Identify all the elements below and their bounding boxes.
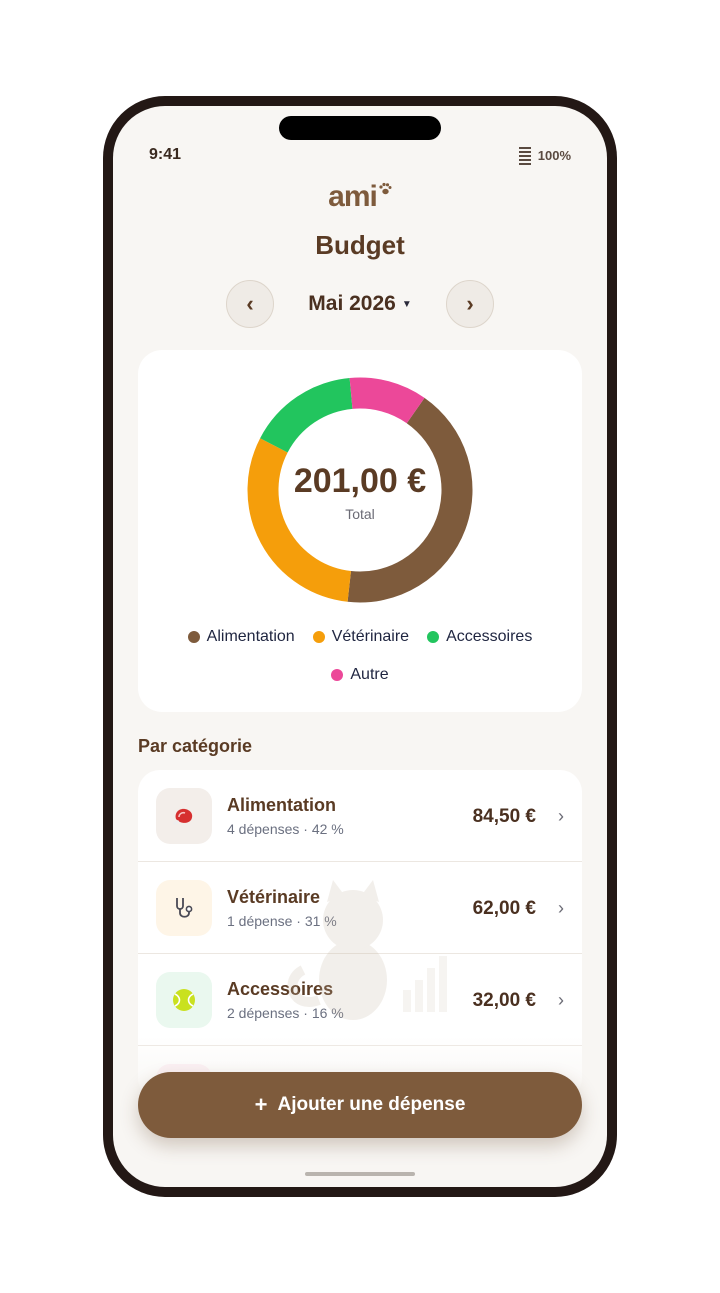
legend-item-accessoires: Accessoires — [427, 628, 532, 646]
month-label: Mai 2026 — [308, 292, 396, 315]
legend-dot — [331, 669, 344, 681]
category-row-alimentation[interactable]: Alimentation 4 dépenses · 42 % 84,50 € › — [138, 770, 582, 862]
month-navigator: ‹ Mai 2026 ▼ › — [113, 280, 607, 328]
category-amount: 62,00 € — [472, 898, 536, 919]
category-details: 4 dépenses · 42 % — [227, 821, 344, 837]
donut-slice-accessoires — [260, 377, 354, 453]
status-time: 9:41 — [149, 146, 182, 163]
legend-row: Alimentation Vétérinaire Accessoires — [138, 628, 582, 646]
app-logo: ami — [113, 180, 607, 214]
legend-label: Alimentation — [206, 628, 295, 645]
page-title: Budget — [315, 230, 405, 260]
cat-mascot-watermark — [287, 880, 447, 1020]
legend-dot — [187, 631, 200, 643]
category-icon-box — [156, 972, 212, 1028]
category-icon-box — [156, 880, 212, 936]
battery-level: 100% — [537, 148, 571, 163]
plus-icon: + — [254, 1092, 268, 1117]
previous-month-button[interactable]: ‹ — [226, 280, 274, 328]
chevron-right-icon: › — [558, 806, 564, 826]
legend-dot — [427, 631, 440, 643]
month-selector[interactable]: Mai 2026 ▼ — [293, 292, 427, 316]
add-expense-button[interactable]: + Ajouter une dépense — [138, 1072, 582, 1138]
chevron-right-icon: › — [558, 990, 564, 1010]
category-icon-box — [156, 788, 212, 844]
legend-item-autre: Autre — [331, 666, 389, 684]
legend-label: Vétérinaire — [331, 628, 410, 645]
total-amount: 201,00 € — [293, 462, 427, 500]
donut-slice-autre — [349, 377, 425, 424]
category-amount: 32,00 € — [472, 990, 536, 1011]
battery-icon — [518, 147, 531, 165]
total-label: Total — [345, 506, 375, 522]
legend-item-alimentation: Alimentation — [187, 628, 295, 646]
tennis-ball-icon — [173, 989, 195, 1011]
legend-row: Autre — [138, 666, 582, 684]
category-name: Alimentation — [227, 795, 337, 815]
next-month-button[interactable]: › — [446, 280, 494, 328]
budget-chart-card: 201,00 € Total Alimentation Vétérinaire … — [138, 350, 582, 712]
home-indicator — [305, 1172, 415, 1176]
status-right: 100% — [518, 146, 571, 165]
app-screen: 9:41 100% ami Budget ‹ Mai 2026 ▼ › 201,… — [113, 106, 607, 1187]
dynamic-island — [279, 116, 441, 140]
stethoscope-icon — [176, 898, 193, 918]
category-amount: 84,50 € — [472, 806, 536, 827]
section-title: Par catégorie — [138, 736, 253, 756]
legend-label: Autre — [350, 666, 389, 683]
meat-icon — [173, 808, 193, 825]
legend-dot — [312, 631, 325, 643]
caret-down-icon: ▼ — [401, 298, 412, 310]
logo-text: ami — [328, 180, 378, 213]
legend-item-veterinaire: Vétérinaire — [312, 628, 410, 646]
legend-label: Accessoires — [446, 628, 533, 645]
add-expense-label: Ajouter une dépense — [277, 1094, 466, 1115]
paw-icon — [379, 182, 392, 195]
chevron-right-icon: › — [558, 898, 564, 918]
